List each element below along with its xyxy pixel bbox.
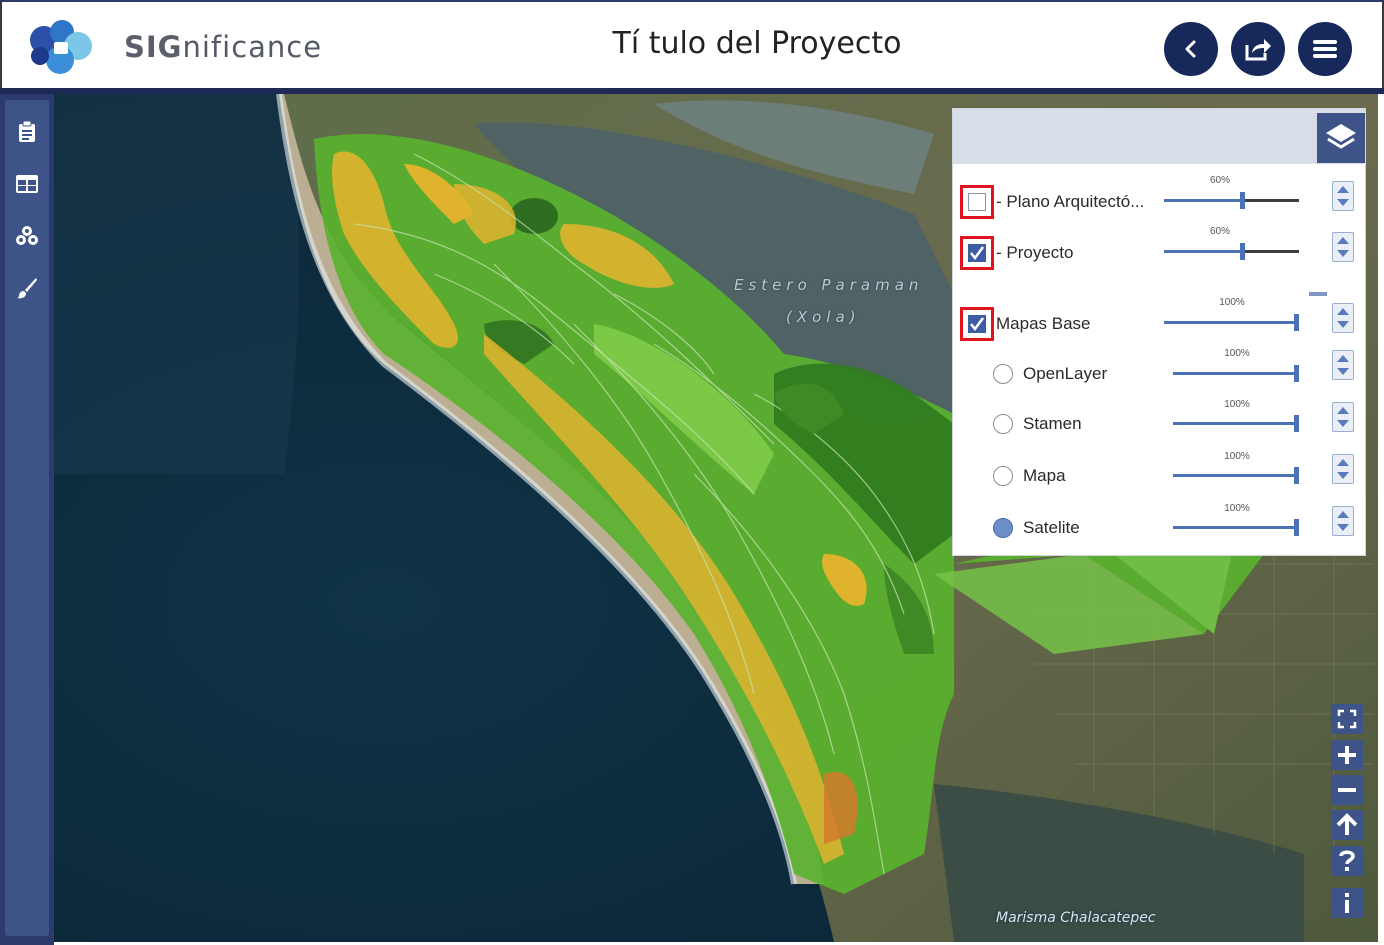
layer-row-proyecto: - Proyecto 60% <box>953 226 1365 272</box>
up-down-icon <box>1337 186 1349 206</box>
basemap-radio-stamen[interactable] <box>993 414 1013 434</box>
up-down-icon <box>1337 407 1349 427</box>
basemap-row-openlayer: OpenLayer 100% <box>953 348 1365 394</box>
back-button[interactable] <box>1164 22 1218 76</box>
zoom-in-icon <box>1338 746 1356 764</box>
back-icon <box>1185 40 1196 58</box>
opacity-slider-stamen[interactable] <box>1173 414 1299 434</box>
opacity-slider-openlayer[interactable] <box>1173 364 1299 384</box>
up-down-icon <box>1337 308 1349 328</box>
layer-checkbox-mapas-base[interactable] <box>960 307 994 341</box>
map-label-estero: Estero Paraman <box>734 276 924 294</box>
zoom-out-button[interactable] <box>1331 775 1363 805</box>
share-icon <box>1245 39 1271 61</box>
layer-row-mapas-base: Mapas Base 100% <box>953 297 1365 343</box>
menu-icon <box>1313 40 1337 58</box>
basemap-row-stamen: Stamen 100% <box>953 399 1365 446</box>
reorder-button-satelite[interactable] <box>1332 506 1354 536</box>
layer-label-proyecto: - Proyecto <box>996 243 1074 262</box>
basemap-row-mapa: Mapa 100% <box>953 451 1365 498</box>
reorder-button-openlayer[interactable] <box>1332 350 1354 380</box>
opacity-slider-proyecto[interactable] <box>1164 242 1299 262</box>
opacity-value-mapas-base: 100% <box>1219 297 1245 308</box>
zoom-in-button[interactable] <box>1331 740 1363 770</box>
layer-label-plano: - Plano Arquitectó... <box>996 192 1145 211</box>
opacity-value-plano: 60% <box>1209 175 1230 186</box>
layers-cubes-icon <box>16 226 38 245</box>
layer-row-plano: - Plano Arquitectó... 60% <box>953 175 1365 221</box>
layers-toggle-button[interactable] <box>1317 113 1365 163</box>
help-button[interactable] <box>1331 846 1363 876</box>
paintbrush-icon <box>17 278 37 299</box>
reorder-button-plano[interactable] <box>1332 181 1354 211</box>
cubes-button[interactable] <box>5 216 49 256</box>
fullscreen-button[interactable] <box>1331 704 1363 734</box>
clipboard-button[interactable] <box>5 112 49 152</box>
map-label-marisma: Marisma Chalacatepec <box>996 910 1156 926</box>
opacity-value-mapa: 100% <box>1224 451 1250 462</box>
map-label-xola: (Xola) <box>786 308 861 326</box>
table-button[interactable] <box>5 164 49 204</box>
up-down-icon <box>1337 511 1349 531</box>
opacity-value-openlayer: 100% <box>1224 348 1250 359</box>
reorder-button-mapa[interactable] <box>1332 454 1354 484</box>
layer-panel-header <box>953 109 1365 164</box>
layer-checkbox-plano[interactable] <box>960 185 994 219</box>
fullscreen-icon <box>1337 709 1357 729</box>
layers-icon <box>1326 124 1356 149</box>
brand-name: SIGnificance <box>124 30 323 64</box>
opacity-value-proyecto: 60% <box>1209 226 1230 237</box>
basemap-label-stamen: Stamen <box>1023 414 1082 433</box>
north-arrow-icon <box>1336 813 1358 835</box>
basemap-radio-openlayer[interactable] <box>993 364 1013 384</box>
clipboard-icon <box>19 121 35 142</box>
opacity-value-satelite: 100% <box>1224 503 1250 514</box>
basemap-row-satelite: Satelite 100% <box>953 503 1365 550</box>
collapse-group-button[interactable] <box>1309 292 1327 296</box>
basemap-radio-satelite[interactable] <box>993 518 1013 538</box>
north-button[interactable] <box>1331 810 1363 840</box>
basemap-label-satelite: Satelite <box>1023 518 1080 537</box>
up-down-icon <box>1337 355 1349 375</box>
zoom-out-icon <box>1338 788 1356 792</box>
opacity-slider-satelite[interactable] <box>1173 518 1299 538</box>
page-title: Tí tulo del Proyecto <box>612 26 902 61</box>
info-icon <box>1345 893 1349 913</box>
app-header: SIGnificance Tí tulo del Proyecto <box>0 0 1384 90</box>
share-button[interactable] <box>1231 22 1285 76</box>
table-icon <box>16 175 38 193</box>
basemap-radio-mapa[interactable] <box>993 466 1013 486</box>
opacity-slider-plano[interactable] <box>1164 191 1299 211</box>
layer-label-mapas-base: Mapas Base <box>996 314 1091 333</box>
menu-button[interactable] <box>1298 22 1352 76</box>
reorder-button-proyecto[interactable] <box>1332 232 1354 262</box>
basemap-label-mapa: Mapa <box>1023 466 1066 485</box>
left-toolbar <box>0 94 54 945</box>
help-icon <box>1339 850 1355 871</box>
significance-logo <box>30 20 92 74</box>
opacity-slider-mapa[interactable] <box>1173 466 1299 486</box>
paintbrush-button[interactable] <box>5 268 49 308</box>
opacity-value-stamen: 100% <box>1224 399 1250 410</box>
opacity-slider-mapas-base[interactable] <box>1164 313 1299 333</box>
reorder-button-mapas-base[interactable] <box>1332 303 1354 333</box>
reorder-button-stamen[interactable] <box>1332 402 1354 432</box>
layer-checkbox-proyecto[interactable] <box>960 236 994 270</box>
layer-switcher-panel: - Plano Arquitectó... 60% - Proyecto 60%… <box>952 108 1366 556</box>
basemap-label-openlayer: OpenLayer <box>1023 364 1108 383</box>
info-button[interactable] <box>1331 888 1363 918</box>
up-down-icon <box>1337 459 1349 479</box>
up-down-icon <box>1337 237 1349 257</box>
